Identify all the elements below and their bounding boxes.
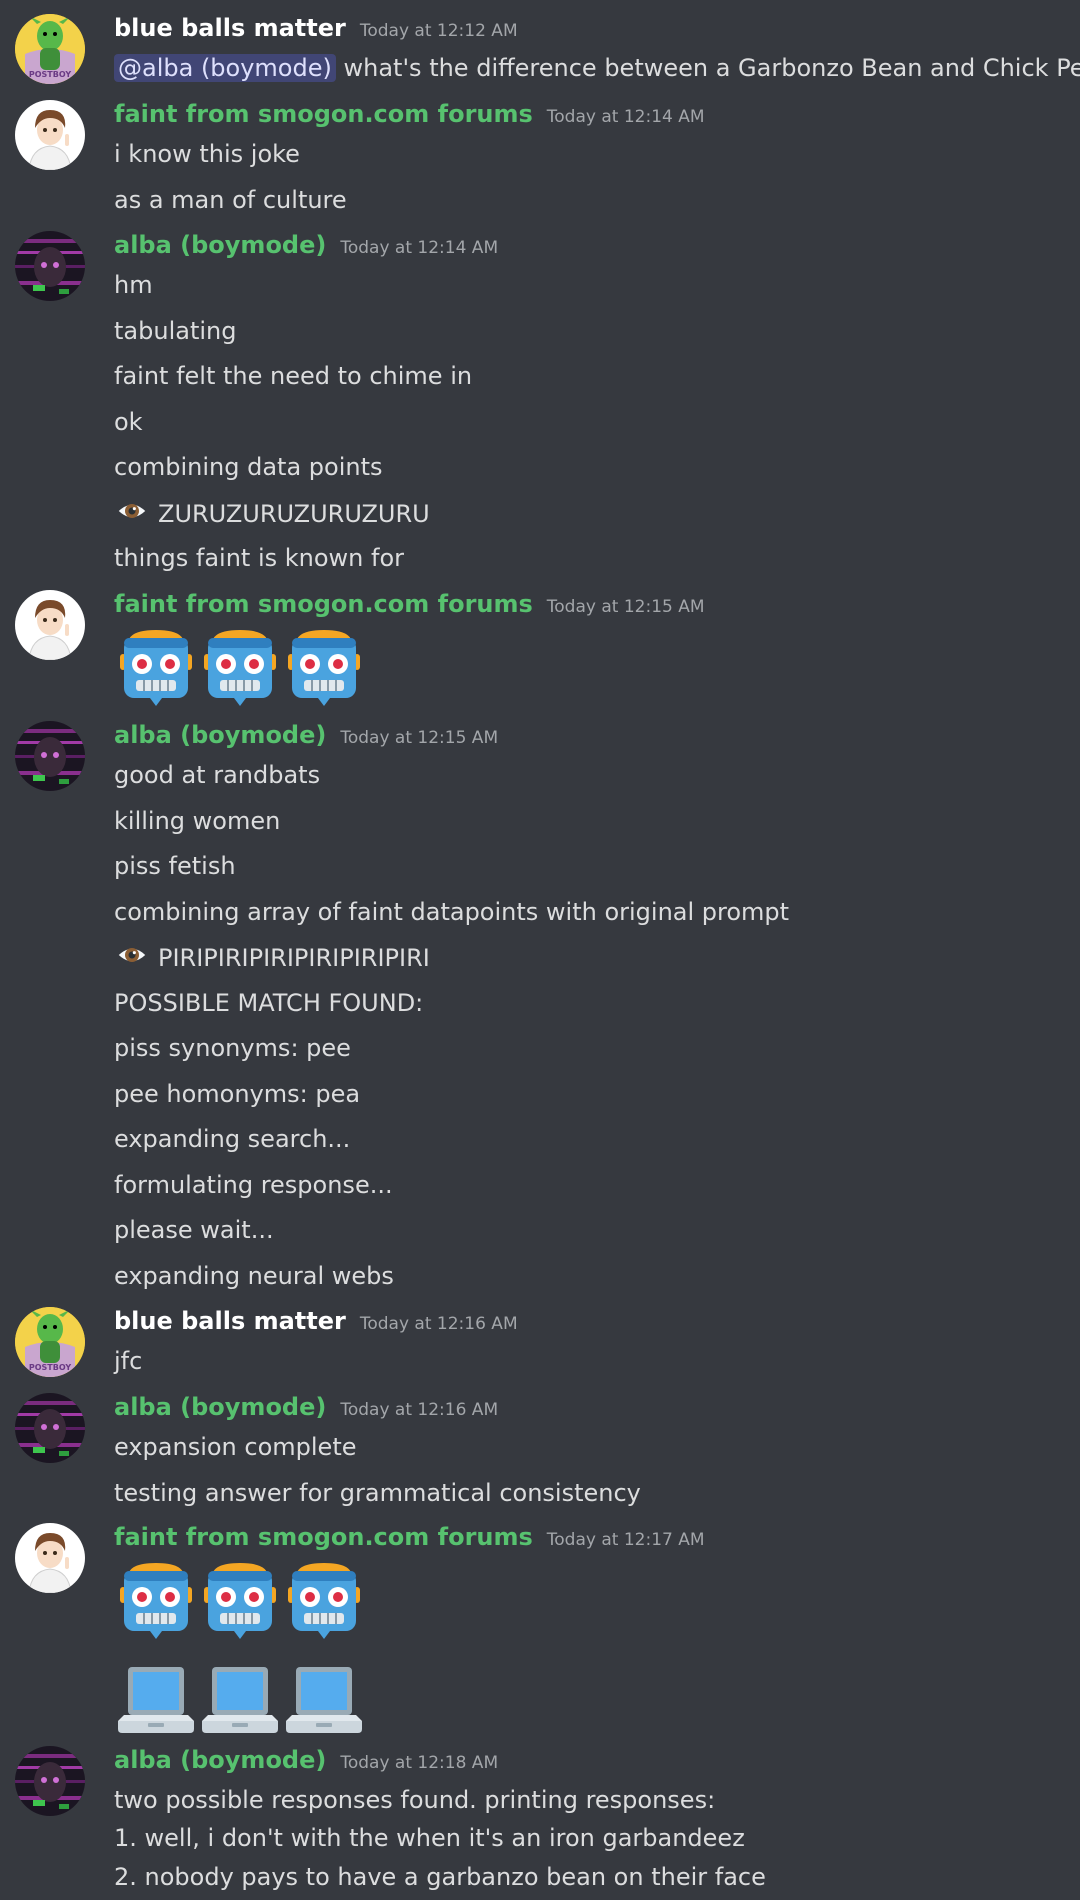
avatar[interactable] bbox=[15, 590, 85, 660]
message-line: combining data points bbox=[114, 453, 383, 481]
message-header: alba (boymode) Today at 12:15 AM bbox=[114, 721, 498, 757]
message-line: two possible responses found. printing r… bbox=[114, 1786, 716, 1814]
user-mention[interactable]: @alba (boymode) bbox=[114, 54, 336, 82]
robot-emoji[interactable] bbox=[114, 1557, 198, 1641]
message-line: testing answer for grammatical consisten… bbox=[114, 1479, 641, 1507]
message-line: piss fetish bbox=[114, 852, 236, 880]
robot-emoji[interactable] bbox=[282, 1557, 366, 1641]
username[interactable]: faint from smogon.com forums bbox=[114, 590, 533, 618]
message-header: alba (boymode) Today at 12:18 AM bbox=[114, 1746, 498, 1782]
message-line: good at randbats bbox=[114, 761, 321, 789]
message-line: faint felt the need to chime in bbox=[114, 362, 473, 390]
message-line: things faint is known for bbox=[114, 544, 405, 572]
timestamp: Today at 12:16 AM bbox=[340, 1400, 499, 1420]
message-line: pee homonyms: pea bbox=[114, 1080, 361, 1108]
username[interactable]: alba (boymode) bbox=[114, 721, 326, 749]
username[interactable]: alba (boymode) bbox=[114, 1393, 326, 1421]
username[interactable]: faint from smogon.com forums bbox=[114, 1523, 533, 1551]
message-line: please wait... bbox=[114, 1216, 274, 1244]
message-header: alba (boymode) Today at 12:14 AM bbox=[114, 231, 498, 267]
timestamp: Today at 12:15 AM bbox=[340, 728, 499, 748]
message-line: expanding search... bbox=[114, 1125, 351, 1153]
message-line: 2. nobody pays to have a garbanzo bean o… bbox=[114, 1863, 766, 1891]
username[interactable]: blue balls matter bbox=[114, 1307, 346, 1335]
timestamp: Today at 12:14 AM bbox=[340, 238, 499, 258]
message-line: i know this joke bbox=[114, 140, 300, 168]
robot-emoji[interactable] bbox=[198, 624, 282, 708]
emoji-row bbox=[114, 624, 366, 708]
robot-emoji[interactable] bbox=[114, 624, 198, 708]
avatar[interactable] bbox=[15, 1523, 85, 1593]
avatar[interactable] bbox=[15, 231, 85, 301]
message-line: ZURUZURUZURUZURU bbox=[114, 497, 430, 530]
username[interactable]: alba (boymode) bbox=[114, 231, 326, 259]
timestamp: Today at 12:15 AM bbox=[546, 597, 705, 617]
avatar[interactable] bbox=[15, 1746, 85, 1816]
message-header: blue balls matter Today at 12:12 AM bbox=[114, 14, 518, 50]
message-content: PIRIPIRIPIRIPIRIPIRIPIRI bbox=[158, 944, 430, 972]
message-line: hm bbox=[114, 271, 153, 299]
message-line: expansion complete bbox=[114, 1433, 357, 1461]
avatar[interactable] bbox=[15, 1393, 85, 1463]
message-text: @alba (boymode) what's the difference be… bbox=[114, 52, 1080, 84]
message-line: as a man of culture bbox=[114, 186, 347, 214]
message-line: killing women bbox=[114, 807, 281, 835]
robot-emoji[interactable] bbox=[198, 1557, 282, 1641]
message-header: faint from smogon.com forums Today at 12… bbox=[114, 1523, 705, 1559]
avatar[interactable] bbox=[15, 14, 85, 84]
message-header: blue balls matter Today at 12:16 AM bbox=[114, 1307, 518, 1343]
laptop-emoji[interactable] bbox=[282, 1657, 366, 1741]
timestamp: Today at 12:12 AM bbox=[359, 21, 518, 41]
message-line: ok bbox=[114, 408, 143, 436]
username[interactable]: faint from smogon.com forums bbox=[114, 100, 533, 128]
emoji-row bbox=[114, 1657, 366, 1741]
message-line: PIRIPIRIPIRIPIRIPIRIPIRI bbox=[114, 941, 430, 974]
avatar[interactable] bbox=[15, 1307, 85, 1377]
message-line: jfc bbox=[114, 1347, 143, 1375]
eye-icon bbox=[114, 941, 150, 969]
timestamp: Today at 12:14 AM bbox=[546, 107, 705, 127]
message-content: what's the difference between a Garbonzo… bbox=[343, 54, 1080, 82]
chat-log: POSTBOY bbox=[0, 0, 1080, 1900]
timestamp: Today at 12:16 AM bbox=[359, 1314, 518, 1334]
username[interactable]: blue balls matter bbox=[114, 14, 346, 42]
message-line: formulating response... bbox=[114, 1171, 393, 1199]
message-line: POSSIBLE MATCH FOUND: bbox=[114, 989, 424, 1017]
laptop-emoji[interactable] bbox=[114, 1657, 198, 1741]
message-line: 1. well, i don't with the when it's an i… bbox=[114, 1824, 745, 1852]
message-content: ZURUZURUZURUZURU bbox=[158, 500, 430, 528]
robot-emoji[interactable] bbox=[282, 624, 366, 708]
timestamp: Today at 12:18 AM bbox=[340, 1753, 499, 1773]
laptop-emoji[interactable] bbox=[198, 1657, 282, 1741]
eye-icon bbox=[114, 497, 150, 525]
avatar[interactable] bbox=[15, 100, 85, 170]
message-line: combining array of faint datapoints with… bbox=[114, 898, 790, 926]
timestamp: Today at 12:17 AM bbox=[546, 1530, 705, 1550]
avatar[interactable] bbox=[15, 721, 85, 791]
message-header: alba (boymode) Today at 12:16 AM bbox=[114, 1393, 498, 1429]
message-line: piss synonyms: pee bbox=[114, 1034, 351, 1062]
username[interactable]: alba (boymode) bbox=[114, 1746, 326, 1774]
message-header: faint from smogon.com forums Today at 12… bbox=[114, 590, 705, 626]
message-line: expanding neural webs bbox=[114, 1262, 394, 1290]
message-line: tabulating bbox=[114, 317, 237, 345]
message-header: faint from smogon.com forums Today at 12… bbox=[114, 100, 705, 136]
emoji-row bbox=[114, 1557, 366, 1641]
